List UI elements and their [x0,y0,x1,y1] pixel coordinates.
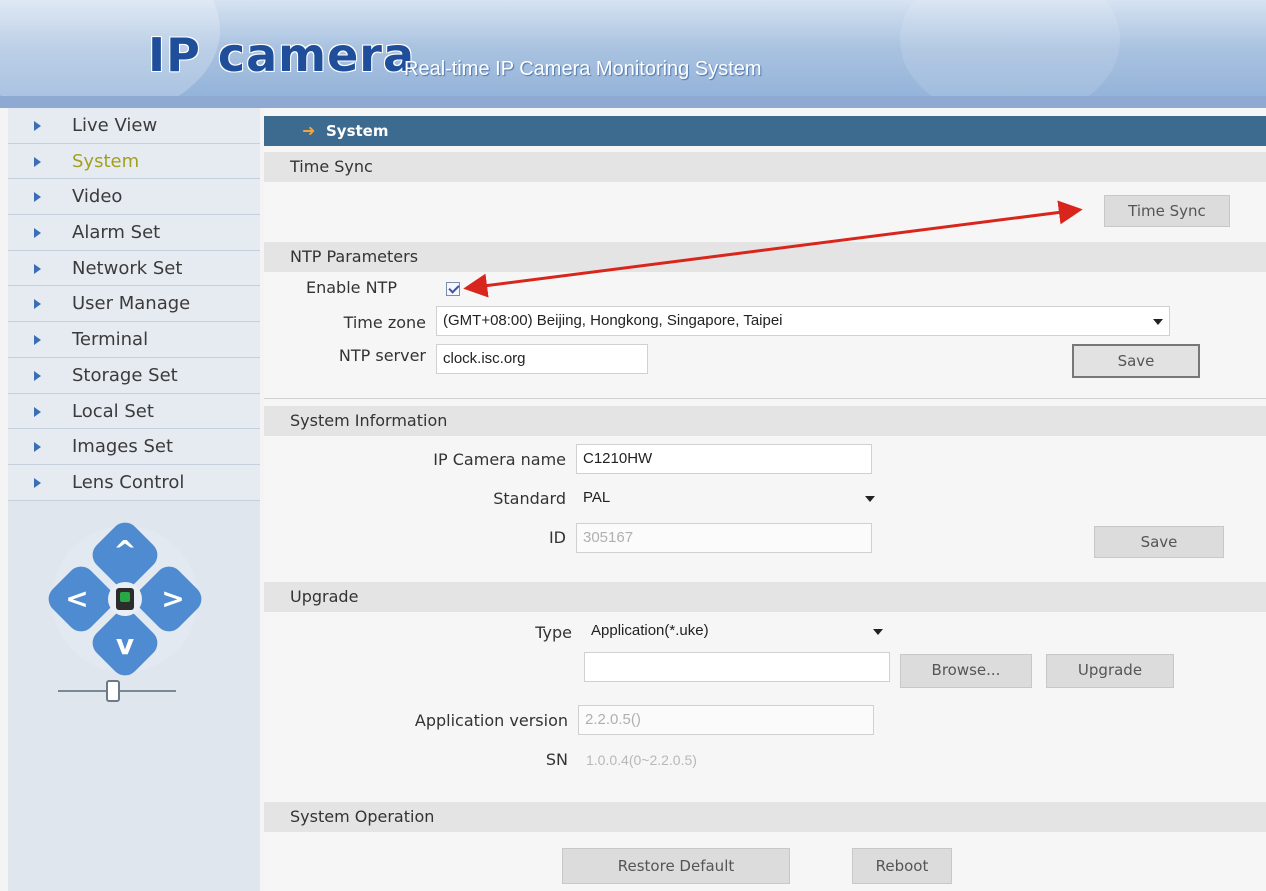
annotation-arrow [463,200,1083,298]
